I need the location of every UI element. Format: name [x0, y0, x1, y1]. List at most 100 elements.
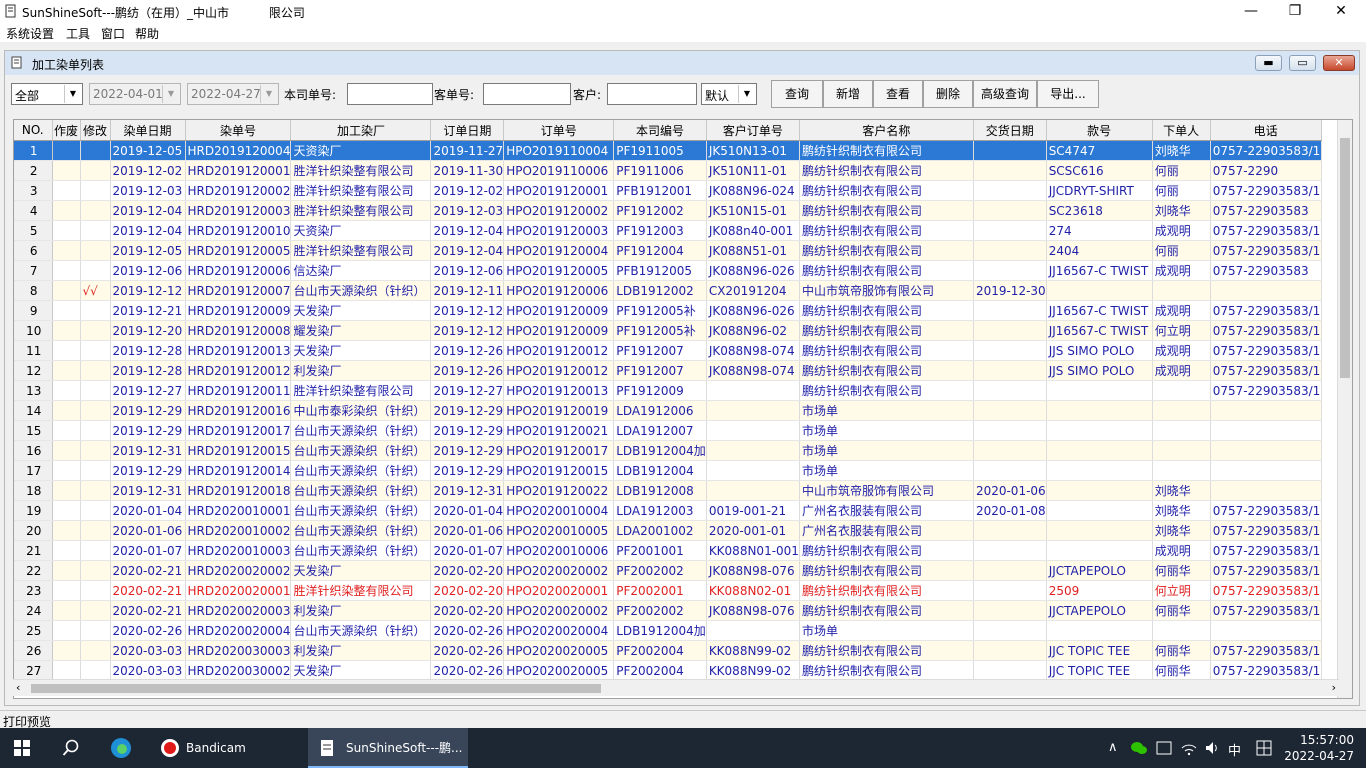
chevron-down-icon[interactable]: ▼: [162, 85, 179, 103]
table-row[interactable]: 22 2020-02-21 HRD2020020002 天发染厂 2020-02-20 H…: [14, 560, 1322, 581]
cell-dye-no: HRD2019120018: [185, 480, 292, 501]
header-col-modified[interactable]: 修改: [80, 120, 111, 141]
menu-system-settings[interactable]: 系统设置: [6, 25, 54, 42]
table-row[interactable]: 6 2019-12-05 HRD2019120005 胜洋针织染整有限公司 2019-1…: [14, 240, 1322, 261]
minimize-button[interactable]: —: [1228, 0, 1274, 22]
cell-dye-factory: 天发染厂: [290, 340, 432, 361]
header-col-delivery-date[interactable]: 交货日期: [973, 120, 1047, 141]
search-icon[interactable]: [62, 739, 80, 757]
table-row[interactable]: 1 2019-12-05 HRD2019120004 天资染厂 2019-11-27 HP…: [14, 140, 1322, 161]
system-clock[interactable]: 15:57:00 2022-04-27: [1284, 732, 1354, 764]
table-row[interactable]: 12 2019-12-28 HRD2019120012 利发染厂 2019-12-26 H…: [14, 360, 1322, 381]
chevron-down-icon[interactable]: ▼: [64, 85, 81, 103]
tray-expand-icon[interactable]: ∧: [1108, 740, 1118, 755]
table-row[interactable]: 14 2019-12-29 HRD2019120016 中山市泰彩染织（针织） 2019…: [14, 400, 1322, 421]
table-row[interactable]: 16 2019-12-31 HRD2019120015 台山市天源染织（针织） 2019…: [14, 440, 1322, 461]
delete-button[interactable]: 删除: [923, 80, 973, 108]
table-row[interactable]: 21 2020-01-07 HRD2020010003 台山市天源染织（针织） 2020…: [14, 540, 1322, 561]
child-close-button[interactable]: ✕: [1323, 55, 1355, 71]
table-row[interactable]: 7 2019-12-06 HRD2019120006 信达染厂 2019-12-06 HP…: [14, 260, 1322, 281]
menu-window[interactable]: 窗口: [101, 25, 125, 42]
scroll-left-icon[interactable]: ‹: [16, 681, 20, 694]
child-minimize-button[interactable]: ▬: [1255, 55, 1282, 71]
sort-select[interactable]: 默认 ▼: [701, 83, 757, 105]
wechat-icon[interactable]: [1130, 741, 1148, 755]
header-col-style-no[interactable]: 款号: [1046, 120, 1153, 141]
header-col-customer-name[interactable]: 客户名称: [799, 120, 974, 141]
advanced-query-button[interactable]: 高级查询: [973, 80, 1037, 108]
header-col-void[interactable]: 作废: [52, 120, 81, 141]
header-col-dye-no[interactable]: 染单号: [185, 120, 292, 141]
header-col-phone[interactable]: 电话: [1210, 120, 1322, 141]
table-row[interactable]: 4 2019-12-04 HRD2019120003 胜洋针织染整有限公司 2019-1…: [14, 200, 1322, 221]
table-row[interactable]: 9 2019-12-21 HRD2019120009 天发染厂 2019-12-12 HP…: [14, 300, 1322, 321]
windows-start-icon[interactable]: [14, 740, 30, 756]
cell-dye-date: 2019-12-06: [110, 260, 186, 281]
table-row[interactable]: 26 2020-03-03 HRD2020030003 利发染厂 2020-02-26 H…: [14, 640, 1322, 661]
menu-help[interactable]: 帮助: [135, 25, 159, 42]
header-col-customer-order-no[interactable]: 客户订单号: [706, 120, 800, 141]
export-button[interactable]: 导出...: [1037, 80, 1099, 108]
scroll-right-icon[interactable]: ›: [1332, 681, 1336, 694]
cell-company-no: PF1912009: [613, 380, 707, 401]
horizontal-scrollbar[interactable]: ‹ ›: [13, 679, 1339, 696]
table-row[interactable]: 5 2019-12-04 HRD2019120010 天资染厂 2019-12-04 HP…: [14, 220, 1322, 241]
volume-icon[interactable]: [1204, 740, 1220, 756]
dye-order-grid[interactable]: NO. 作废 修改 染单日期 染单号 加工染厂 订单日期 订单号 本司编号 客户订单号 客户名称 交货…: [13, 119, 1353, 699]
header-col-dye-factory[interactable]: 加工染厂: [290, 120, 432, 141]
table-row[interactable]: 27 2020-03-03 HRD2020030002 天发染厂 2020-02-26 H…: [14, 660, 1322, 681]
header-col-company-no[interactable]: 本司编号: [613, 120, 707, 141]
table-row[interactable]: 20 2020-01-06 HRD2020010002 台山市天源染织（针织） 2020…: [14, 520, 1322, 541]
customer-input[interactable]: [607, 83, 697, 105]
edge-browser-icon[interactable]: [110, 737, 132, 759]
add-button[interactable]: 新增: [823, 80, 873, 108]
company-no-input[interactable]: [347, 83, 433, 105]
scope-select[interactable]: 全部 ▼: [11, 83, 83, 105]
table-row[interactable]: 25 2020-02-26 HRD2020020004 台山市天源染织（针织） 2020…: [14, 620, 1322, 641]
taskbar-app-sunshinesoft[interactable]: SunShineSoft---鹏...: [308, 728, 468, 768]
input-method-icon[interactable]: [1156, 741, 1172, 755]
table-row[interactable]: 2 2019-12-02 HRD2019120001 胜洋针织染整有限公司 2019-1…: [14, 160, 1322, 181]
cell-order-no: HPO2019120004: [503, 240, 615, 261]
query-button[interactable]: 查询: [771, 80, 823, 108]
customer-no-input[interactable]: [483, 83, 571, 105]
table-row[interactable]: 10 2019-12-20 HRD2019120008 耀发染厂 2019-12-12 H…: [14, 320, 1322, 341]
table-row[interactable]: 11 2019-12-28 HRD2019120013 天发染厂 2019-12-26 H…: [14, 340, 1322, 361]
header-col-order-date[interactable]: 订单日期: [430, 120, 505, 141]
taskbar-app-bandicam[interactable]: Bandicam: [154, 728, 304, 768]
horizontal-scroll-thumb[interactable]: [31, 684, 601, 693]
close-button[interactable]: ✕: [1318, 0, 1364, 22]
table-row[interactable]: 24 2020-02-21 HRD2020020003 利发染厂 2020-02-20 H…: [14, 600, 1322, 621]
cell-orderer: 成观明: [1152, 340, 1211, 361]
header-col-dye-date[interactable]: 染单日期: [110, 120, 186, 141]
view-button[interactable]: 查看: [873, 80, 923, 108]
table-row[interactable]: 19 2020-01-04 HRD2020010001 台山市天源染织（针织） 2020…: [14, 500, 1322, 521]
chevron-down-icon[interactable]: ▼: [260, 85, 277, 103]
table-row[interactable]: 13 2019-12-27 HRD2019120011 胜洋针织染整有限公司 2019-…: [14, 380, 1322, 401]
cell-delivery-date: 2020-01-08: [973, 500, 1047, 521]
vertical-scrollbar[interactable]: [1337, 120, 1352, 698]
input-grid-icon[interactable]: [1256, 740, 1272, 756]
table-row[interactable]: 18 2019-12-31 HRD2019120018 台山市天源染织（针织） 2019…: [14, 480, 1322, 501]
table-row[interactable]: 17 2019-12-29 HRD2019120014 台山市天源染织（针织） 2019…: [14, 460, 1322, 481]
cell-dye-date: 2020-02-26: [110, 620, 186, 641]
cell-dye-date: 2019-12-28: [110, 340, 186, 361]
table-row[interactable]: 8 √√ 2019-12-12 HRD2019120007 台山市天源染织（针织） 201…: [14, 280, 1322, 301]
table-row[interactable]: 23 2020-02-21 HRD2020020001 胜洋针织染整有限公司 2020-…: [14, 580, 1322, 601]
child-maximize-button[interactable]: ▭: [1289, 55, 1316, 71]
header-col-no[interactable]: NO.: [14, 120, 53, 141]
header-col-order-no[interactable]: 订单号: [503, 120, 615, 141]
header-col-orderer[interactable]: 下单人: [1152, 120, 1211, 141]
menu-tools[interactable]: 工具: [66, 25, 90, 42]
cell-modified: [80, 660, 111, 681]
cell-void: [52, 340, 81, 361]
table-row[interactable]: 3 2019-12-03 HRD2019120002 胜洋针织染整有限公司 2019-1…: [14, 180, 1322, 201]
wifi-icon[interactable]: [1180, 740, 1198, 756]
restore-button[interactable]: ❐: [1272, 0, 1318, 22]
chevron-down-icon[interactable]: ▼: [738, 85, 755, 103]
date-from-picker[interactable]: 2022-04-01 ▼: [89, 83, 181, 105]
date-to-picker[interactable]: 2022-04-27 ▼: [187, 83, 279, 105]
language-indicator[interactable]: 中: [1228, 740, 1241, 759]
table-row[interactable]: 15 2019-12-29 HRD2019120017 台山市天源染织（针织） 2019…: [14, 420, 1322, 441]
vertical-scroll-thumb[interactable]: [1340, 138, 1350, 378]
